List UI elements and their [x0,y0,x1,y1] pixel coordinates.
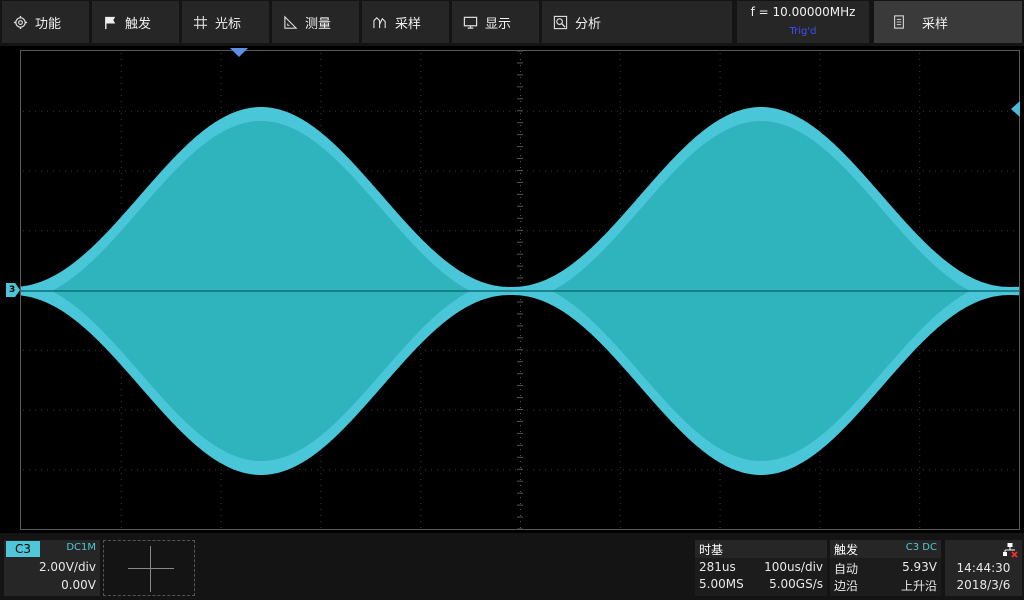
frequency-value: f = 10.00000MHz [750,5,856,19]
analysis-icon [552,14,568,30]
cursor-grid-icon [192,14,208,30]
menu-cursor-label: 光标 [215,16,242,32]
timebase-panel[interactable]: 时基 281us 100us/div 5.00MS 5.00GS/s [695,540,827,596]
top-menu-bar: 功能 触发 光标 测量 采样 显示 分析 f = 10.00000MHz Tri… [0,0,1024,46]
timebase-delay: 281us [699,560,736,574]
menu-trigger-label: 触发 [125,16,152,32]
gear-icon [12,14,28,30]
acquire-button-label: 采样 [922,16,949,32]
plus-icon [128,568,174,569]
menu-cursor[interactable]: 光标 [182,1,269,43]
flag-icon [102,14,118,30]
channel-panel[interactable]: C3 DC1M 2.00V/div 0.00V [4,540,100,596]
monitor-icon [462,14,478,30]
menu-function[interactable]: 功能 [2,1,89,43]
timebase-scale: 100us/div [764,560,823,574]
trigger-source: C3 DC [905,542,937,553]
trigger-title: 触发 [834,543,859,557]
memory-depth: 5.00MS [699,577,744,591]
sampling-icon [372,14,388,30]
channel-marker-label: 3 [9,285,16,295]
timebase-title: 时基 [699,543,724,557]
trigger-mode: 自动 [834,562,859,576]
add-channel-button[interactable] [103,540,195,596]
menu-measure-label: 测量 [305,16,332,32]
menu-display[interactable]: 显示 [452,1,539,43]
clock-date: 2018/3/6 [956,578,1011,592]
trigger-panel[interactable]: 触发 C3 DC 自动 5.93V 边沿 上升沿 [830,540,941,596]
menu-measure[interactable]: 测量 [272,1,359,43]
waveform-trace [21,107,1019,475]
trigger-level: 5.93V [902,560,937,574]
channel-coupling: DC1M [66,542,96,553]
document-icon [894,15,904,29]
trigger-level-marker[interactable] [1011,101,1020,117]
menu-acquire[interactable]: 采样 [362,1,449,43]
sample-rate: 5.00GS/s [769,577,823,591]
menu-function-label: 功能 [35,16,62,32]
channel-offset-marker[interactable]: 3 [6,283,20,297]
clock-time: 14:44:30 [956,561,1011,575]
trigger-slope: 上升沿 [900,579,937,593]
trigger-status: Trig'd [789,26,817,37]
acquire-button[interactable]: 采样 [874,1,1022,43]
waveform-display[interactable] [20,50,1020,530]
menu-display-label: 显示 [485,16,512,32]
menu-analysis-label: 分析 [575,16,602,32]
trigger-type: 边沿 [834,579,859,593]
channel-name: C3 [6,541,40,557]
menu-trigger[interactable]: 触发 [92,1,179,43]
channel-scale: 2.00V/div [38,560,96,574]
menu-analysis[interactable]: 分析 [542,1,732,43]
network-disconnected-icon [1003,543,1018,558]
menu-acquire-label: 采样 [395,16,422,32]
frequency-counter: f = 10.00000MHz Trig'd [737,1,869,43]
clock-panel: 14:44:30 2018/3/6 [945,540,1022,596]
channel-offset: 0.00V [61,578,96,592]
ruler-icon [282,14,298,30]
trigger-position-marker[interactable] [230,48,248,57]
